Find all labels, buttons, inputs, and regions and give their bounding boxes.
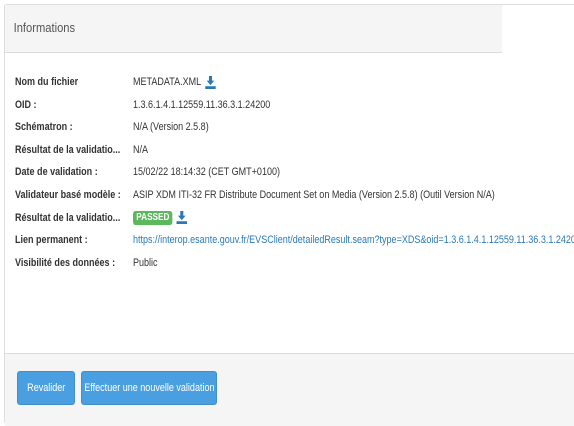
field-label: Lien permanent : xyxy=(15,234,88,247)
field-label: Schématron : xyxy=(15,121,73,134)
info-fields: Nom du fichier METADATA.XML OID : 1.3.6.… xyxy=(15,73,574,276)
status-badge: PASSED xyxy=(133,210,173,225)
panel-title: Informations xyxy=(5,5,503,53)
revalidate-label: Revalider xyxy=(26,382,66,394)
field-permalink: Lien permanent : https://interop.esante.… xyxy=(15,231,574,254)
informations-panel: Informations Nom du fichier METADATA.XML… xyxy=(4,4,574,426)
field-schematron: Schématron : N/A (Version 2.5.8) xyxy=(15,118,574,141)
field-label: OID : xyxy=(15,98,37,111)
field-schematron-result: Résultat de la validatio... N/A xyxy=(15,141,574,164)
revalidate-button[interactable]: Revalider xyxy=(17,371,75,405)
field-label: Date de validation : xyxy=(15,166,98,179)
new-validation-label: Effectuer une nouvelle validation xyxy=(83,382,215,394)
field-value: PASSED xyxy=(133,210,188,225)
field-value: 15/02/22 18:14:32 (CET GMT+0100) xyxy=(133,166,280,179)
field-oid: OID : 1.3.6.1.4.1.12559.11.36.3.1.24200 xyxy=(15,96,574,119)
field-label: Résultat de la validatio... xyxy=(15,143,121,156)
permalink-link[interactable]: https://interop.esante.gouv.fr/EVSClient… xyxy=(133,233,574,247)
field-file-name: Nom du fichier METADATA.XML xyxy=(15,73,574,96)
field-label: Visibilité des données : xyxy=(15,256,116,269)
field-label: Validateur basé modèle : xyxy=(15,188,121,201)
field-validation-date: Date de validation : 15/02/22 18:14:32 (… xyxy=(15,163,574,186)
field-value: METADATA.XML xyxy=(133,75,216,89)
download-icon[interactable] xyxy=(176,211,188,225)
field-model-validator: Validateur basé modèle : ASIP XDM ITI-32… xyxy=(15,186,574,209)
field-validation-result: Résultat de la validatio... PASSED xyxy=(15,209,574,232)
field-value: 1.3.6.1.4.1.12559.11.36.3.1.24200 xyxy=(133,98,271,111)
download-icon[interactable] xyxy=(205,75,216,89)
field-label: Résultat de la validatio... xyxy=(15,211,121,224)
panel-footer: Revalider Effectuer une nouvelle validat… xyxy=(5,353,574,426)
field-value: N/A (Version 2.5.8) xyxy=(133,121,209,134)
new-validation-button[interactable]: Effectuer une nouvelle validation xyxy=(81,371,217,405)
field-data-visibility: Visibilité des données : Public xyxy=(15,254,574,277)
field-value: Public xyxy=(133,256,158,269)
field-value: N/A xyxy=(133,143,149,156)
field-label: Nom du fichier xyxy=(15,76,79,88)
file-name-text: METADATA.XML xyxy=(133,76,202,88)
field-value: ASIP XDM ITI-32 FR Distribute Document S… xyxy=(133,188,495,201)
